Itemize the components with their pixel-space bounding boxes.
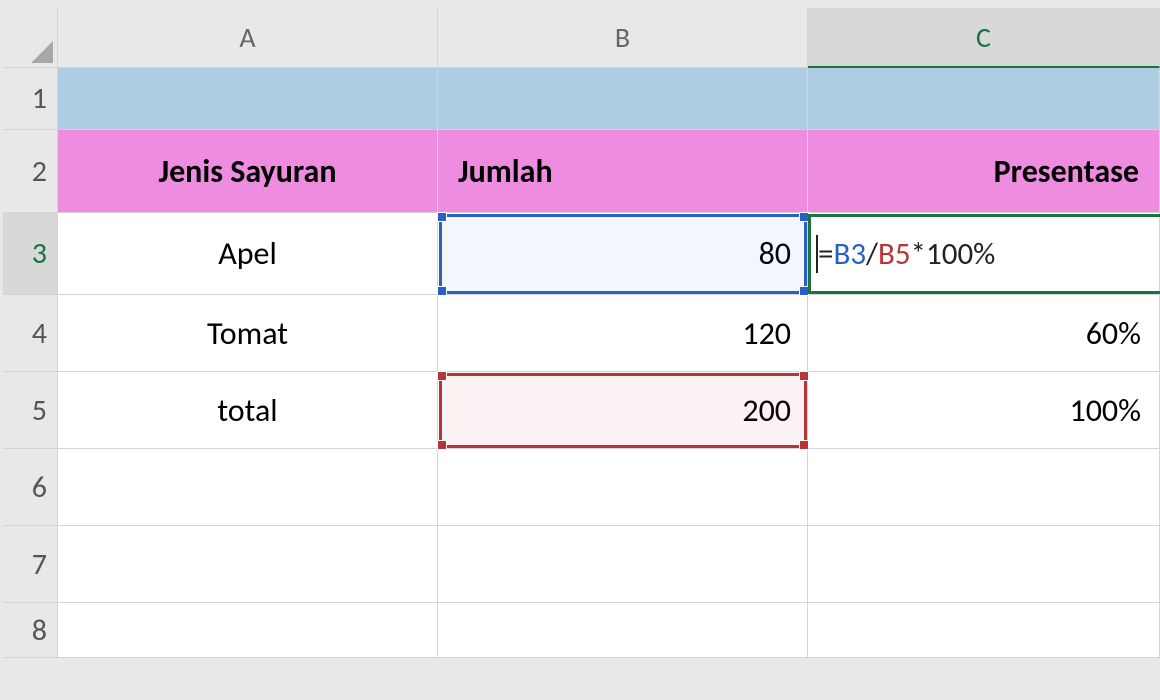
cell-b6[interactable]	[438, 449, 808, 526]
row-header-5[interactable]: 5	[3, 372, 58, 449]
cell-b7[interactable]	[438, 526, 808, 603]
cell-a7[interactable]	[58, 526, 438, 603]
spreadsheet-grid[interactable]: A B C 1 2 Jenis Sayuran Jumlah Presentas…	[3, 8, 1160, 658]
cell-b3[interactable]: 80	[438, 213, 808, 295]
formula-ref-b5: B5	[878, 235, 911, 273]
column-header-b[interactable]: B	[438, 8, 808, 68]
formula-ref-b3: B3	[833, 235, 866, 273]
cell-b8[interactable]	[438, 603, 808, 658]
cell-b4[interactable]: 120	[438, 295, 808, 372]
cell-c2[interactable]: Presentase	[808, 130, 1160, 213]
cell-b1[interactable]	[438, 68, 808, 130]
column-header-c[interactable]: C	[808, 8, 1160, 68]
select-all-corner[interactable]	[3, 8, 58, 68]
formula-suffix: *100%	[911, 235, 996, 273]
cell-a4[interactable]: Tomat	[58, 295, 438, 372]
cell-a2[interactable]: Jenis Sayuran	[58, 130, 438, 213]
cell-b5[interactable]: 200	[438, 372, 808, 449]
row-header-4[interactable]: 4	[3, 295, 58, 372]
cell-a8[interactable]	[58, 603, 438, 658]
cell-c5[interactable]: 100%	[808, 372, 1160, 449]
row-header-2[interactable]: 2	[3, 130, 58, 213]
cell-c7[interactable]	[808, 526, 1160, 603]
cell-b2[interactable]: Jumlah	[438, 130, 808, 213]
row-header-1[interactable]: 1	[3, 68, 58, 130]
column-header-a[interactable]: A	[58, 8, 438, 68]
cell-a5[interactable]: total	[58, 372, 438, 449]
cell-c6[interactable]	[808, 449, 1160, 526]
row-header-3[interactable]: 3	[3, 213, 58, 295]
cell-c3-formula-editor[interactable]: =B3/B5*100%	[808, 213, 1160, 295]
cell-c1[interactable]	[808, 68, 1160, 130]
cell-c8[interactable]	[808, 603, 1160, 658]
row-header-7[interactable]: 7	[3, 526, 58, 603]
cell-a3[interactable]: Apel	[58, 213, 438, 295]
row-header-8[interactable]: 8	[3, 603, 58, 658]
cell-c4[interactable]: 60%	[808, 295, 1160, 372]
cell-a6[interactable]	[58, 449, 438, 526]
cell-a1[interactable]	[58, 68, 438, 130]
formula-op-divide: /	[866, 235, 878, 273]
row-header-6[interactable]: 6	[3, 449, 58, 526]
formula-prefix: =	[818, 235, 833, 273]
